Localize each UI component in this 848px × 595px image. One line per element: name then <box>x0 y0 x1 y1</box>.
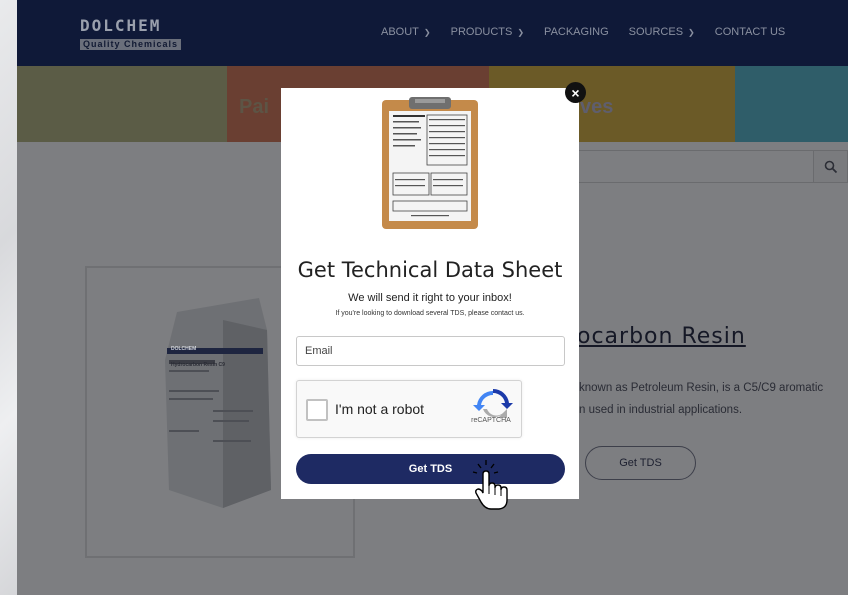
banner-tile[interactable] <box>17 66 227 142</box>
chevron-down-icon: ❯ <box>423 27 431 37</box>
nav-products-label: PRODUCTS <box>450 26 513 38</box>
main-nav: ABOUT ❯ PRODUCTS ❯ PACKAGING SOURCES ❯ C… <box>381 26 805 38</box>
nav-packaging-label: PACKAGING <box>544 26 609 38</box>
chevron-down-icon: ❯ <box>517 27 525 37</box>
product-title[interactable]: ocarbon Resin <box>577 324 746 349</box>
site-header: DOLCHEM Quality Chemicals ABOUT ❯ PRODUC… <box>17 0 848 66</box>
modal-note: If you're looking to download several TD… <box>335 310 525 317</box>
site-logo[interactable]: DOLCHEM Quality Chemicals <box>80 16 206 50</box>
nav-packaging[interactable]: PACKAGING <box>544 26 609 38</box>
nav-contact[interactable]: CONTACT US <box>715 26 786 38</box>
logo-wordmark: DOLCHEM <box>80 16 162 35</box>
nav-sources-label: SOURCES <box>628 26 684 38</box>
product-bag-label: Hydrocarbon Resin C9 <box>171 362 225 368</box>
submit-get-tds-button[interactable]: Get TDS <box>296 454 565 484</box>
banner-label-left: Pai <box>239 96 270 118</box>
recaptcha-label: I'm not a robot <box>335 401 425 417</box>
search-icon <box>824 160 837 173</box>
nav-about[interactable]: ABOUT ❯ <box>381 26 431 38</box>
modal-subtitle: We will send it right to your inbox! <box>348 292 512 304</box>
tds-modal: Get Technical Data Sheet We will send it… <box>281 88 579 499</box>
chevron-down-icon: ❯ <box>688 27 695 37</box>
recaptcha-widget: I'm not a robot reCAPTCHA <box>296 380 522 438</box>
nav-about-label: ABOUT <box>381 26 419 38</box>
modal-title: Get Technical Data Sheet <box>297 258 563 282</box>
get-tds-button[interactable]: Get TDS <box>585 446 696 480</box>
product-bag-brand: DOLCHEM <box>171 346 197 352</box>
product-description: n used in industrial applications. <box>579 404 743 416</box>
product-bag-image <box>165 298 271 508</box>
email-field[interactable] <box>296 336 565 366</box>
banner-tile[interactable] <box>735 66 848 142</box>
hand-cursor-icon <box>472 460 508 510</box>
search-button[interactable] <box>813 150 848 183</box>
close-icon[interactable]: × <box>565 82 586 103</box>
logo-tagline: Quality Chemicals <box>80 39 182 50</box>
banner-label-right: ves <box>580 96 614 118</box>
recaptcha-brand: reCAPTCHA <box>471 417 511 424</box>
nav-contact-label: CONTACT US <box>714 26 786 38</box>
nav-sources[interactable]: SOURCES ❯ <box>629 26 695 38</box>
page-edge <box>0 0 17 595</box>
recaptcha-checkbox[interactable] <box>306 399 328 421</box>
nav-products[interactable]: PRODUCTS ❯ <box>451 26 524 38</box>
search-input[interactable] <box>577 150 822 183</box>
product-description: known as Petroleum Resin, is a C5/C9 aro… <box>579 382 824 394</box>
clipboard-image <box>382 97 478 229</box>
